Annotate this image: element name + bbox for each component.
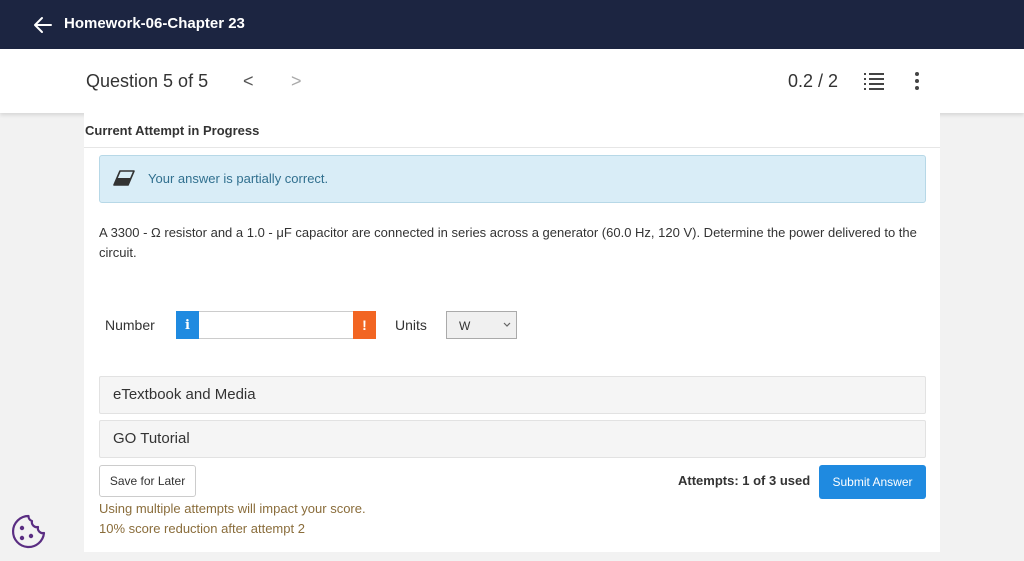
- etextbook-panel[interactable]: eTextbook and Media: [99, 376, 926, 414]
- units-select[interactable]: W: [446, 311, 517, 339]
- previous-question-button[interactable]: <: [243, 71, 254, 92]
- more-options-icon[interactable]: [911, 71, 923, 91]
- top-bar: Homework-06-Chapter 23: [0, 0, 1024, 49]
- alert-message: Your answer is partially correct.: [148, 171, 329, 186]
- eraser-icon: [113, 170, 135, 186]
- go-tutorial-panel[interactable]: GO Tutorial: [99, 420, 926, 458]
- question-list-icon[interactable]: [864, 72, 884, 90]
- submit-answer-button[interactable]: Submit Answer: [819, 465, 926, 499]
- attempt-heading: Current Attempt in Progress: [85, 123, 260, 138]
- go-tutorial-panel-label: GO Tutorial: [113, 430, 190, 447]
- back-arrow-icon[interactable]: [33, 15, 53, 35]
- assignment-title: Homework-06-Chapter 23: [64, 15, 245, 32]
- number-input[interactable]: [199, 311, 357, 339]
- units-label: Units: [395, 317, 427, 333]
- score-reduction-note: 10% score reduction after attempt 2: [99, 521, 305, 536]
- etextbook-panel-label: eTextbook and Media: [113, 386, 256, 403]
- question-card: Current Attempt in Progress Your answer …: [84, 113, 940, 552]
- save-for-later-button[interactable]: Save for Later: [99, 465, 196, 497]
- cookie-icon[interactable]: [11, 514, 46, 549]
- attempt-penalty-warning: Using multiple attempts will impact your…: [99, 501, 366, 516]
- next-question-button[interactable]: >: [291, 71, 302, 92]
- units-selected-value: W: [459, 319, 471, 333]
- question-score: 0.2 / 2: [788, 71, 839, 91]
- question-nav-bar: Question 5 of 5 < > 0.2 / 2: [0, 49, 1024, 113]
- partial-correct-alert: Your answer is partially correct.: [99, 155, 926, 203]
- divider: [84, 147, 940, 148]
- attempts-counter: Attempts: 1 of 3 used: [678, 473, 811, 488]
- number-label: Number: [105, 317, 155, 333]
- chevron-down-icon: [503, 322, 511, 327]
- question-counter: Question 5 of 5: [86, 71, 209, 91]
- question-text: A 3300 - Ω resistor and a 1.0 - μF capac…: [99, 225, 917, 260]
- info-button[interactable]: i: [176, 311, 199, 339]
- warning-button[interactable]: !: [353, 311, 376, 339]
